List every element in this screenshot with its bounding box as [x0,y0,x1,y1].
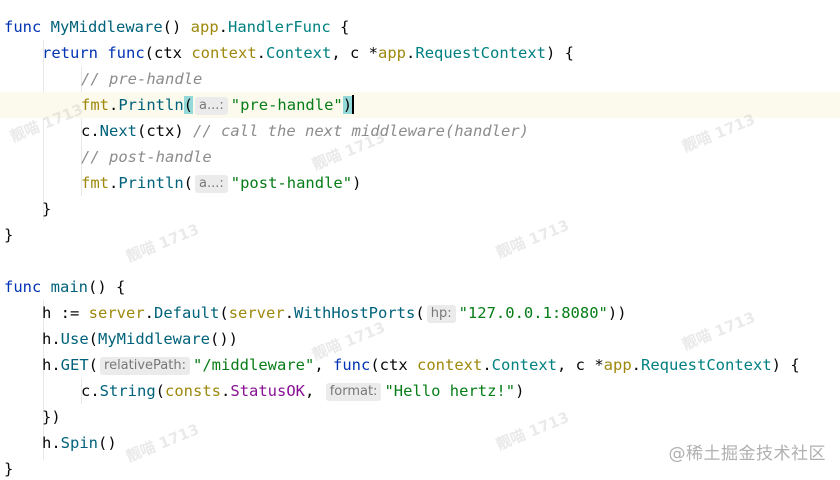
code-text: ( [88,330,99,348]
package-name: app [378,44,407,62]
code-line-4-current[interactable]: fmt.Println(a...: "pre-handle") [0,92,840,118]
code-text: ( [155,382,166,400]
site-watermark: @稀土掘金技术社区 [668,444,826,464]
code-text: c. [81,122,100,140]
function-name: Default [154,304,220,322]
string-literal: "pre-handle" [230,96,343,114]
type-name: RequestContext [415,44,547,62]
function-name: String [99,382,156,400]
code-line-8[interactable]: } [0,196,840,222]
function-name: WithHostPorts [294,304,416,322]
code-text: ) [352,174,362,192]
code-line-1[interactable]: func MyMiddleware() app.HandlerFunc { [0,14,840,40]
comment: // post-handle [81,148,212,166]
code-text: } [4,226,14,244]
code-text: ) [515,382,525,400]
function-name: Next [99,122,137,140]
code-text: h. [42,434,61,452]
package-name: server [88,304,145,322]
package-name: fmt [81,96,109,114]
constant-name: StatusOK [230,382,306,400]
code-line-11[interactable]: func main() { [0,274,840,300]
code-editor[interactable]: func MyMiddleware() app.HandlerFunc { re… [0,0,840,480]
code-line-7[interactable]: fmt.Println(a...: "post-handle") [0,170,840,196]
keyword: func [4,278,42,296]
code-text: , [305,382,324,400]
comment: // pre-handle [81,70,203,88]
parameter-hint: a...: [195,97,228,115]
code-text: }) [42,408,61,426]
parameter-hint: a...: [195,175,228,193]
function-name: Println [118,174,184,192]
package-name: fmt [81,174,109,192]
string-literal: "127.0.0.1:8080" [458,304,608,322]
code-text: ()) [210,330,238,348]
code-text: h. [42,356,61,374]
code-text: ) { [771,356,800,374]
function-name: MyMiddleware [50,18,163,36]
code-text: (ctx) [137,122,193,140]
string-literal: "post-handle" [230,174,353,192]
keyword: func [333,356,371,374]
type-name: Context [266,44,332,62]
function-name: Use [60,330,89,348]
function-name: Println [118,96,184,114]
type-name: RequestContext [641,356,772,374]
type-name: Context [491,356,557,374]
code-text: { [330,18,350,36]
code-text: () [162,18,191,36]
text-caret [352,95,354,114]
function-name: GET [60,356,89,374]
matching-paren: ) [342,96,353,114]
keyword: return [42,44,98,62]
code-line-13[interactable]: h.Use(MyMiddleware()) [0,326,840,352]
package-name: context [417,356,483,374]
code-line-5[interactable]: c.Next(ctx) // call the next middleware(… [0,118,840,144]
package-name: context [191,44,257,62]
code-line-6[interactable]: // post-handle [0,144,840,170]
code-text: , [314,356,333,374]
code-line-16[interactable]: }) [0,404,840,430]
package-name: app [190,18,219,36]
code-line-15[interactable]: c.String(consts.StatusOK, format: "Hello … [0,378,840,404]
package-name: server [228,304,285,322]
code-line-14[interactable]: h.GET(relativePath: "/middleware", func(c… [0,352,840,378]
string-literal: "Hello hertz!" [384,382,516,400]
code-text: h. [42,330,61,348]
code-text: , c * [557,356,604,374]
keyword: func [107,44,145,62]
code-line-12[interactable]: h := server.Default(server.WithHostPorts… [0,300,840,326]
code-text: . [218,18,228,36]
function-name: main [50,278,88,296]
package-name: consts [165,382,222,400]
parameter-hint: format: [325,383,382,401]
code-text: )) [607,304,627,322]
parameter-hint: hp: [426,305,456,323]
code-text: () [98,434,117,452]
code-text: , c * [331,44,379,62]
code-line-2[interactable]: return func(ctx context.Context, c *app.… [0,40,840,66]
code-text: (ctx [144,44,192,62]
code-text: c. [81,382,100,400]
string-literal: "/middleware" [193,356,315,374]
code-text: (ctx [370,356,417,374]
comment: // call the next middleware(handler) [193,122,529,140]
code-text: } [42,200,52,218]
package-name: app [603,356,632,374]
code-line-3[interactable]: // pre-handle [0,66,840,92]
code-text: } [4,460,14,478]
code-text: () { [88,278,126,296]
type-name: HandlerFunc [228,18,331,36]
code-text: h := [42,304,89,322]
matching-paren: ( [183,96,194,114]
function-name: Spin [60,434,98,452]
function-name: MyMiddleware [98,330,210,348]
parameter-hint: relativePath: [100,357,190,375]
code-text: ( [219,304,229,322]
keyword: func [4,18,42,36]
code-text: ) { [546,44,575,62]
code-line-9[interactable]: } [0,222,840,248]
